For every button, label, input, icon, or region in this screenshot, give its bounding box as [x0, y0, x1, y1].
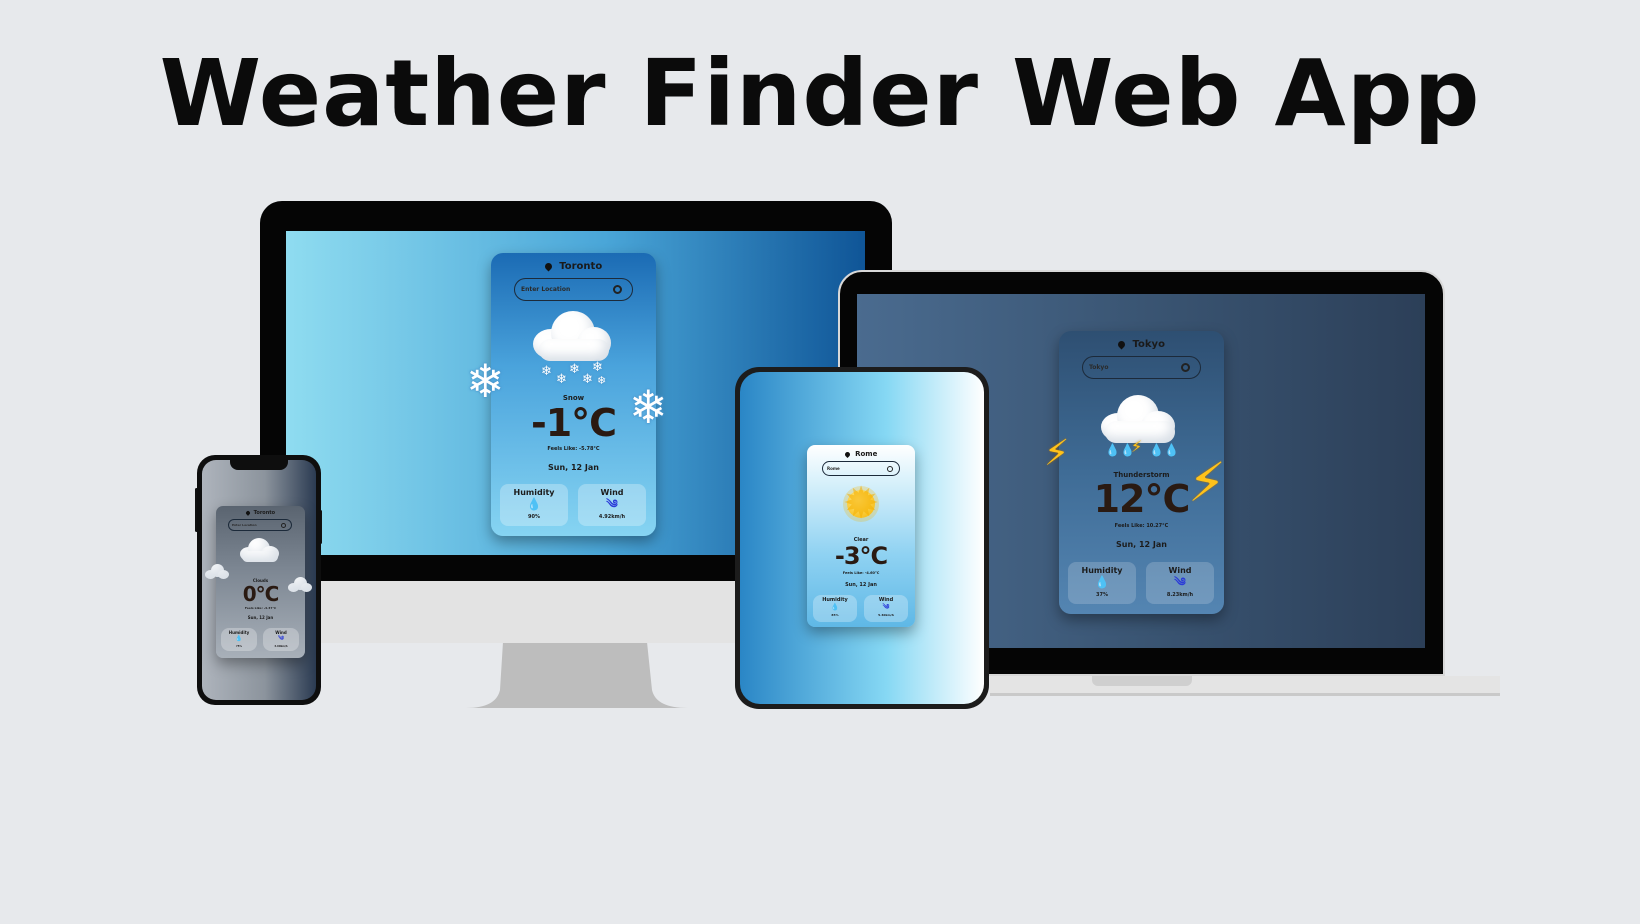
wind-value: 4.92km/h [598, 514, 626, 520]
wind-label: Wind [600, 488, 624, 497]
location-name: Rome [855, 450, 878, 458]
map-pin-icon [245, 509, 251, 516]
search-placeholder: Enter Location [521, 286, 571, 293]
search-value: Rome [827, 466, 840, 471]
location-name: Toronto [559, 261, 603, 272]
search-input[interactable]: Tokyo [1082, 356, 1201, 379]
humidity-box: Humidity 💧 85% [813, 595, 857, 622]
laptop-notch [1092, 676, 1192, 686]
location-header: Tokyo [1059, 339, 1224, 350]
cloud-icon [205, 564, 231, 582]
phone-notch [230, 460, 288, 470]
lightning-bolt-icon: ⚡ [1188, 451, 1226, 514]
wind-box: Wind ༄ 4.92km/h [578, 484, 646, 526]
location-header: Rome [807, 450, 915, 458]
feels-like: Feels Like: -4.37°C [244, 606, 277, 610]
search-icon[interactable] [887, 466, 893, 472]
humidity-label: Humidity [1081, 566, 1123, 575]
humidity-value: 90% [528, 514, 540, 520]
tablet-screen: Rome Rome ✹ Clear -3°C Feels Like: -4.60… [740, 372, 984, 704]
date: Sun, 12 Jan [845, 582, 877, 588]
map-pin-icon [843, 450, 851, 458]
search-value: Tokyo [1089, 364, 1109, 371]
search-input[interactable]: Enter Location [228, 519, 292, 531]
wind-icon: ༄ [606, 497, 618, 511]
lightning-bolt-icon: ⚡ [1044, 433, 1070, 474]
location-name: Toronto [253, 510, 276, 516]
humidity-box: Humidity 💧 75% [221, 628, 257, 651]
wind-box: Wind ༄ 8.23km/h [1146, 562, 1214, 604]
search-icon[interactable] [1181, 363, 1190, 372]
water-drop-icon: 💧 [526, 497, 542, 511]
search-icon[interactable] [281, 523, 286, 528]
date: Sun, 12 Jan [247, 615, 274, 620]
location-header: Toronto [216, 509, 305, 516]
cloud-icon [238, 536, 284, 566]
humidity-box: Humidity 💧 90% [500, 484, 568, 526]
laptop-base [990, 676, 1500, 696]
wind-box: Wind ༄ 3.60km/h [263, 628, 299, 651]
search-input[interactable]: Enter Location [514, 278, 633, 301]
snow-cloud-icon: ❄ ❄ ❄ ❄ ❄ ❄ [529, 305, 619, 395]
sun-icon: ✹ [842, 478, 880, 529]
feels-like: Feels Like: 10.27°C [1114, 523, 1169, 529]
weather-card: Rome Rome ✹ Clear -3°C Feels Like: -4.60… [807, 445, 915, 627]
wind-label: Wind [1168, 566, 1192, 575]
map-pin-icon [543, 261, 554, 271]
humidity-value: 75% [236, 645, 242, 648]
wind-value: 8.23km/h [1166, 592, 1194, 598]
humidity-box: Humidity 💧 37% [1068, 562, 1136, 604]
wind-icon: ༄ [882, 603, 890, 611]
feels-like: Feels Like: -5.78°C [547, 446, 600, 452]
location-name: Tokyo [1132, 339, 1165, 350]
water-drop-icon: 💧 [235, 635, 243, 642]
snowflake-icon: ❄ [466, 354, 505, 408]
map-pin-icon [1116, 339, 1127, 349]
date: Sun, 12 Jan [548, 463, 599, 472]
humidity-label: Humidity [513, 488, 555, 497]
wind-box: Wind ༄ 5.40km/h [864, 595, 908, 622]
cloud-icon [288, 577, 314, 595]
water-drop-icon: 💧 [1094, 575, 1110, 589]
search-icon[interactable] [613, 285, 622, 294]
snowflake-icon: ❄ [629, 380, 668, 434]
wind-icon: ༄ [278, 635, 284, 642]
wind-icon: ༄ [1174, 575, 1186, 589]
search-input[interactable]: Rome [822, 461, 900, 476]
temperature: -3°C [834, 542, 888, 570]
water-drop-icon: 💧 [830, 603, 840, 611]
humidity-value: 37% [1096, 592, 1108, 598]
wind-value: 3.60km/h [274, 645, 288, 648]
location-header: Toronto [491, 261, 656, 272]
wind-value: 5.40km/h [878, 613, 894, 617]
date: Sun, 12 Jan [1116, 540, 1167, 549]
humidity-value: 85% [831, 613, 839, 617]
storm-cloud-icon: 💧💧 ⚡ 💧💧 [1097, 391, 1187, 471]
feels-like: Feels Like: -4.60°C [842, 571, 880, 575]
search-placeholder: Enter Location [232, 523, 257, 527]
